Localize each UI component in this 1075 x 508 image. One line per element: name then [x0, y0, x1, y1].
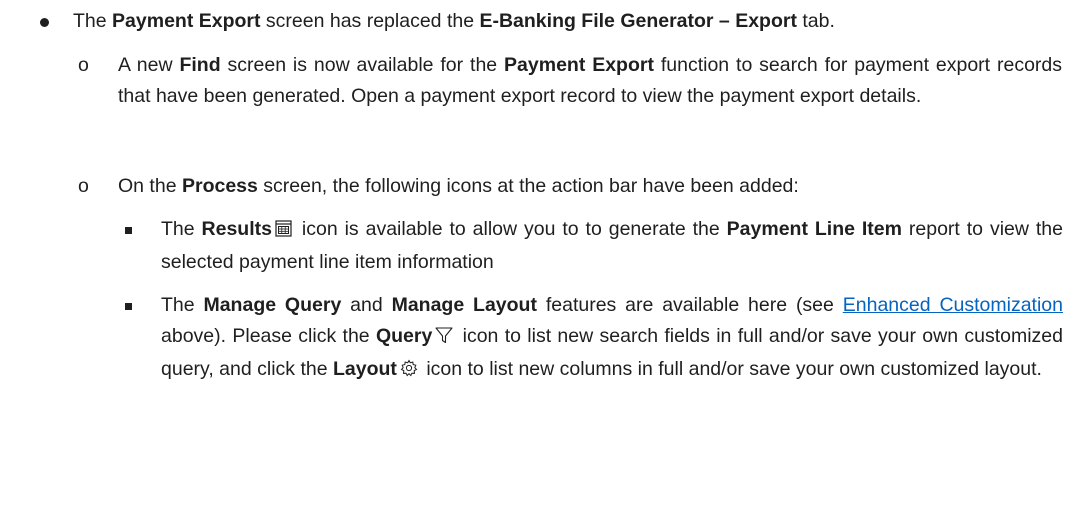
ebanking-term: E-Banking File Generator – Export: [479, 10, 797, 32]
gear-icon: [400, 356, 418, 387]
payment-line-item-term: Payment Line Item: [726, 218, 902, 240]
find-term: Find: [179, 54, 221, 76]
layout-term: Layout: [332, 358, 397, 380]
square-bullet-marker: [125, 303, 132, 310]
item-results: The Results icon is available to allow y…: [161, 216, 1063, 273]
sub-bullet-marker: o: [78, 175, 89, 197]
document-body: The Payment Export screen has replaced t…: [0, 0, 1075, 508]
sub-bullet-find: A new Find screen is now available for t…: [118, 54, 1062, 107]
square-bullet-marker: [125, 227, 132, 234]
sub-bullet-process: On the Process screen, the following ico…: [118, 175, 799, 197]
manage-query-term: Manage Query: [203, 294, 342, 316]
bullet-marker: [40, 18, 49, 27]
sub-bullet-marker: o: [78, 54, 89, 76]
bullet-payment-export: The Payment Export screen has replaced t…: [73, 10, 835, 32]
query-term: Query: [375, 325, 433, 347]
results-grid-icon: [275, 216, 292, 247]
process-term: Process: [181, 175, 258, 197]
funnel-icon: [435, 323, 453, 354]
payment-export-term: Payment Export: [112, 10, 261, 32]
item-manage: The Manage Query and Manage Layout featu…: [161, 290, 1063, 387]
enhanced-customization-link[interactable]: Enhanced Customization: [843, 294, 1063, 316]
manage-layout-term: Manage Layout: [391, 294, 537, 316]
results-term: Results: [201, 218, 272, 240]
payment-export-term: Payment Export: [504, 54, 654, 76]
